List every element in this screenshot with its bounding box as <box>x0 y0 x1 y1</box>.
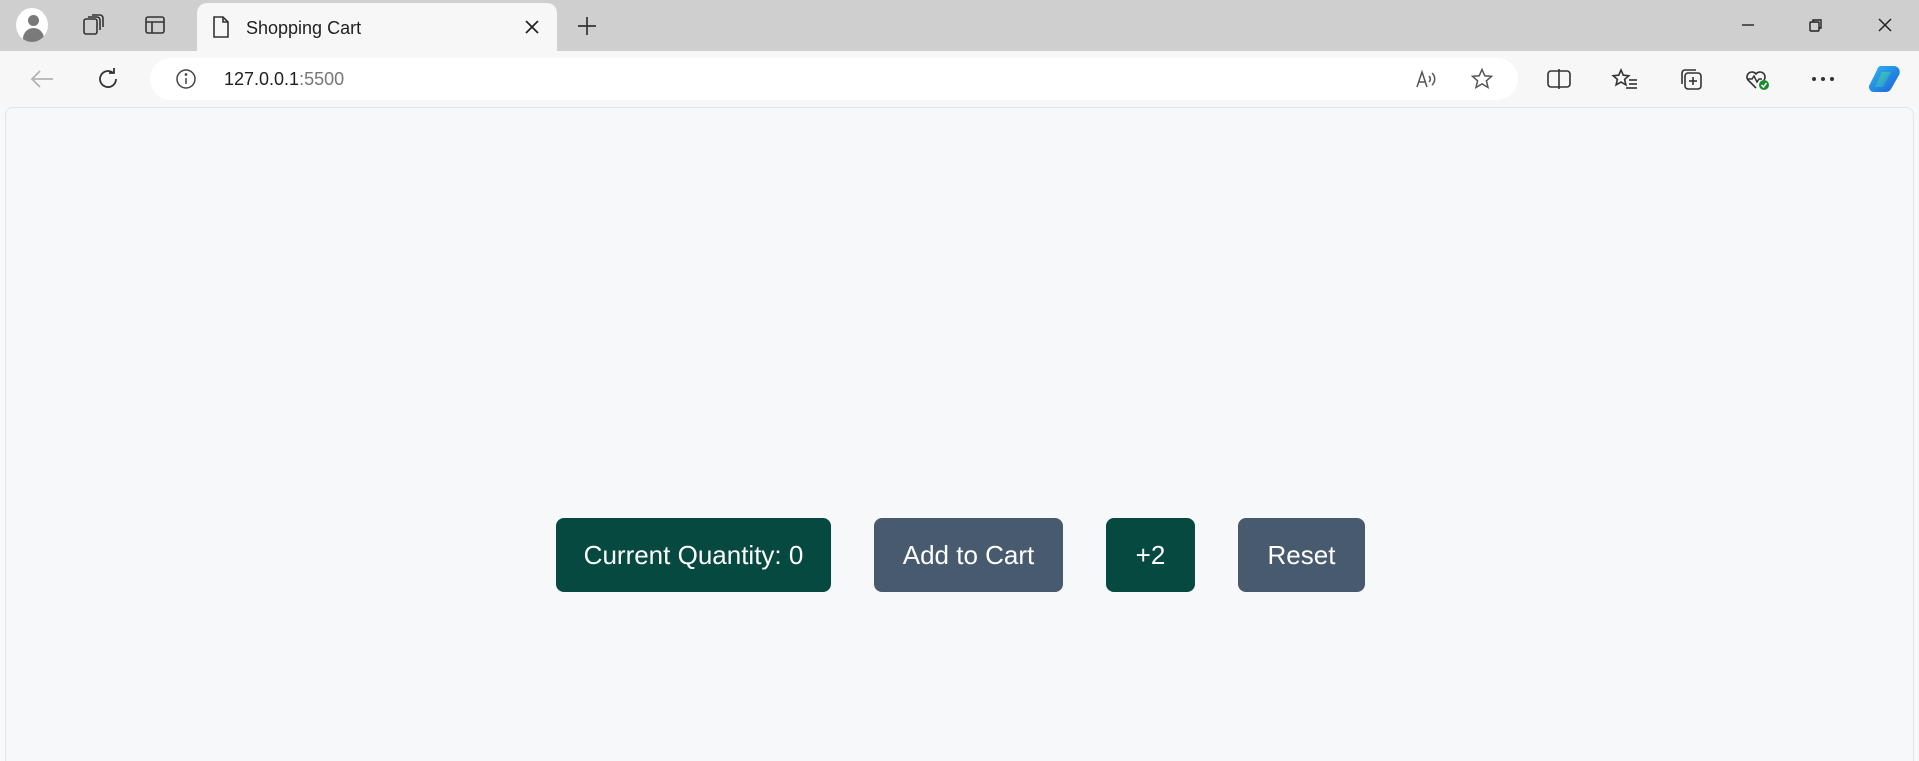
reset-button[interactable]: Reset <box>1238 518 1365 592</box>
page-document-icon <box>211 15 231 44</box>
page-content <box>5 107 1914 761</box>
back-arrow-icon[interactable] <box>25 62 59 96</box>
more-icon[interactable] <box>1806 62 1840 96</box>
health-icon[interactable] <box>1740 62 1774 96</box>
profile-avatar-icon[interactable] <box>16 8 48 42</box>
add-to-cart-button[interactable]: Add to Cart <box>874 518 1063 592</box>
add-two-button[interactable]: +2 <box>1106 518 1195 592</box>
favorites-icon[interactable] <box>1608 62 1642 96</box>
tab-shopping-cart[interactable]: Shopping Cart <box>197 3 557 51</box>
window-close-icon[interactable] <box>1862 10 1908 40</box>
workspaces-icon[interactable] <box>78 9 110 41</box>
tab-strip: Shopping Cart <box>0 0 1919 51</box>
vertical-tabs-icon[interactable] <box>139 9 171 41</box>
current-quantity-button[interactable]: Current Quantity: 0 <box>556 518 831 592</box>
address-bar[interactable]: 127.0.0.1:5500 <box>150 58 1518 100</box>
read-aloud-icon[interactable] <box>1414 67 1438 91</box>
url-port: :5500 <box>299 69 345 89</box>
browser-toolbar: 127.0.0.1:5500 <box>0 51 1919 107</box>
star-icon[interactable] <box>1470 67 1494 91</box>
url-host: 127.0.0.1 <box>224 69 300 89</box>
split-screen-icon[interactable] <box>1542 62 1576 96</box>
url-text[interactable]: 127.0.0.1:5500 <box>224 69 344 90</box>
tab-title: Shopping Cart <box>246 18 362 38</box>
copilot-icon[interactable] <box>1868 62 1902 96</box>
collections-icon[interactable] <box>1674 62 1708 96</box>
reload-icon[interactable] <box>91 62 125 96</box>
minimize-icon[interactable] <box>1725 10 1771 40</box>
info-icon[interactable] <box>175 68 197 90</box>
plus-icon[interactable] <box>572 11 602 41</box>
restore-icon[interactable] <box>1793 10 1839 40</box>
close-icon[interactable] <box>521 16 543 38</box>
